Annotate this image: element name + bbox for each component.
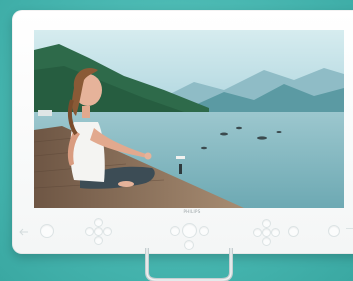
home-button-icon[interactable]: [199, 226, 209, 236]
bezel-edge: [346, 228, 353, 229]
monitor-stand: [145, 248, 233, 281]
screen-photo: [34, 30, 344, 208]
display-screen: [34, 30, 344, 208]
power-button-icon[interactable]: [40, 224, 54, 238]
brand-label: PHILIPS: [183, 209, 201, 214]
menu-button-icon[interactable]: [170, 226, 180, 236]
back-arrow-icon[interactable]: [18, 227, 30, 237]
settings-button-icon[interactable]: [328, 225, 340, 237]
dpad-left-icon[interactable]: [85, 227, 94, 236]
ok-button-icon[interactable]: [182, 223, 197, 238]
volume-button-icon[interactable]: [288, 226, 299, 237]
dpad-right-icon[interactable]: [103, 227, 112, 236]
dpad-down-icon[interactable]: [94, 236, 103, 245]
volume-center-icon[interactable]: [262, 228, 271, 237]
product-scene: PHILIPS: [0, 0, 353, 281]
dpad-left-group: [84, 216, 112, 245]
volume-left-icon[interactable]: [253, 228, 262, 237]
dpad-center-icon[interactable]: [94, 227, 103, 236]
volume-up-icon[interactable]: [262, 219, 271, 228]
dpad-up-icon[interactable]: [94, 218, 103, 227]
dpad-right-group: [252, 218, 280, 246]
volume-right-icon[interactable]: [271, 228, 280, 237]
monitor-bezel: PHILIPS: [12, 10, 353, 254]
volume-down-icon[interactable]: [262, 237, 271, 246]
